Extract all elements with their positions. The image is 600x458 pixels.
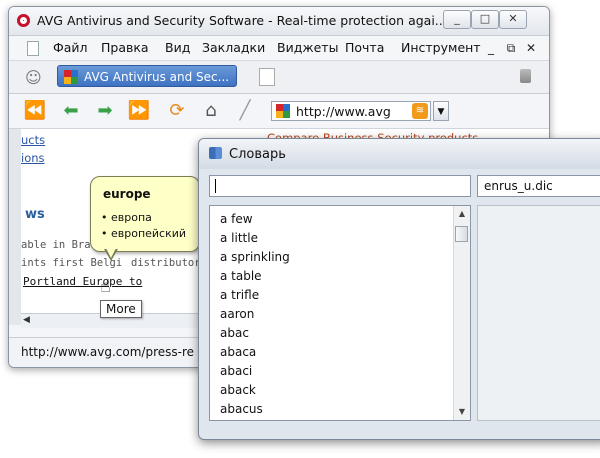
news-line-tail: distributor — [131, 257, 201, 269]
tab-avg[interactable]: AVG Antivirus and Sec... — [57, 65, 237, 87]
translation-article-pane — [477, 205, 600, 421]
list-item[interactable]: abaca — [210, 343, 470, 362]
list-item[interactable]: a table — [210, 267, 470, 286]
word-list[interactable]: a few a little a sprinkling a table a tr… — [209, 205, 471, 421]
list-item[interactable]: a few — [210, 210, 470, 229]
menu-bar: Файл Правка Вид Закладки Виджеты Почта И… — [9, 36, 549, 61]
menu-widgets[interactable]: Виджеты — [277, 40, 338, 55]
menu-file[interactable]: Файл — [53, 40, 88, 55]
minimize-button[interactable]: _ — [443, 10, 471, 29]
address-url: http://www.avg — [296, 104, 391, 119]
fast-forward-icon[interactable]: ⏩ — [127, 100, 151, 122]
address-field[interactable]: http://www.avg ≋ — [271, 101, 431, 121]
scroll-thumb[interactable] — [455, 226, 468, 242]
navigation-bar: ⏪ ⬅ ➡ ⏩ ⟳ ⌂ ╱ http://www.avg ≋ ▼ — [9, 94, 549, 129]
list-item[interactable]: aback — [210, 381, 470, 400]
more-tooltip: More — [100, 300, 142, 318]
tooltip-word: europe — [103, 187, 151, 201]
dictionary-icon — [209, 147, 222, 159]
page-icon — [27, 41, 39, 56]
address-dropdown-button[interactable]: ▼ — [433, 101, 449, 121]
list-item[interactable]: a sprinkling — [210, 248, 470, 267]
menu-bookmarks[interactable]: Закладки — [202, 40, 265, 55]
tab-label: AVG Antivirus and Sec... — [84, 70, 230, 84]
list-item[interactable]: abaci — [210, 362, 470, 381]
list-item[interactable]: a little — [210, 229, 470, 248]
text-caret — [215, 179, 216, 193]
close-button[interactable]: ✕ — [499, 10, 527, 29]
mdi-close-button[interactable]: ✕ — [523, 40, 539, 56]
mdi-restore-button[interactable]: ⧉ — [503, 40, 519, 56]
hand-cursor-icon: ☝ — [100, 276, 111, 297]
scroll-left-icon[interactable]: ◀ — [23, 315, 30, 325]
news-heading: ws — [25, 207, 45, 222]
news-link[interactable]: Portland Europe to — [23, 275, 142, 288]
dictionary-titlebar: Словарь — [199, 139, 600, 169]
rewind-icon[interactable]: ⏪ — [23, 100, 47, 122]
speed-dial-icon[interactable]: ☺ — [25, 68, 42, 87]
translation-tooltip: europe • европа • европейский — [90, 176, 200, 252]
menu-edit[interactable]: Правка — [101, 40, 149, 55]
menu-tools[interactable]: Инструмент — [401, 40, 481, 55]
list-item[interactable]: abac — [210, 324, 470, 343]
forward-icon[interactable]: ➡ — [93, 100, 117, 122]
window-title: AVG Antivirus and Security Software - Re… — [37, 13, 447, 28]
avg-favicon-icon — [64, 70, 78, 84]
status-text: http://www.avg.com/press-re — [21, 345, 195, 359]
opera-logo-icon — [17, 14, 30, 27]
content-link[interactable]: ions — [21, 151, 45, 165]
list-item[interactable]: aaron — [210, 305, 470, 324]
dictionary-file-value: enrus_u.dic — [484, 179, 553, 193]
rss-icon[interactable]: ≋ — [412, 103, 428, 119]
tooltip-translation: • европа — [101, 211, 152, 224]
reload-icon[interactable]: ⟳ — [165, 100, 189, 122]
menu-view[interactable]: Вид — [165, 40, 190, 55]
dictionary-window: Словарь enrus_u.dic a few a little a spr… — [198, 138, 600, 440]
list-item[interactable]: abaft — [210, 419, 470, 420]
menu-mail[interactable]: Почта — [345, 40, 384, 55]
avg-favicon-icon — [276, 104, 290, 118]
browser-titlebar: AVG Antivirus and Security Software - Re… — [9, 7, 549, 36]
news-line: able in Bras — [21, 239, 97, 251]
wand-icon[interactable]: ╱ — [233, 100, 257, 122]
new-tab-icon[interactable] — [259, 68, 275, 86]
word-list-scrollbar[interactable]: ▲ ▼ — [453, 206, 470, 420]
maximize-button[interactable]: □ — [471, 10, 499, 29]
dictionary-file-select[interactable]: enrus_u.dic — [477, 175, 600, 197]
back-icon[interactable]: ⬅ — [59, 100, 83, 122]
tooltip-translation: • европейский — [101, 227, 187, 240]
scroll-up-icon[interactable]: ▲ — [454, 206, 470, 222]
scroll-down-icon[interactable]: ▼ — [454, 404, 470, 420]
content-link[interactable]: ucts — [21, 133, 45, 147]
mdi-minimize-button[interactable]: _ — [483, 40, 499, 56]
tooltip-tail-inner — [106, 248, 116, 258]
tab-bar: ☺ AVG Antivirus and Sec... — [9, 61, 549, 94]
trash-icon[interactable] — [520, 69, 531, 83]
dictionary-title: Словарь — [229, 147, 286, 162]
list-item[interactable]: abacus — [210, 400, 470, 419]
dictionary-search-input[interactable] — [209, 175, 471, 197]
list-item[interactable]: a trifle — [210, 286, 470, 305]
home-icon[interactable]: ⌂ — [199, 100, 223, 122]
